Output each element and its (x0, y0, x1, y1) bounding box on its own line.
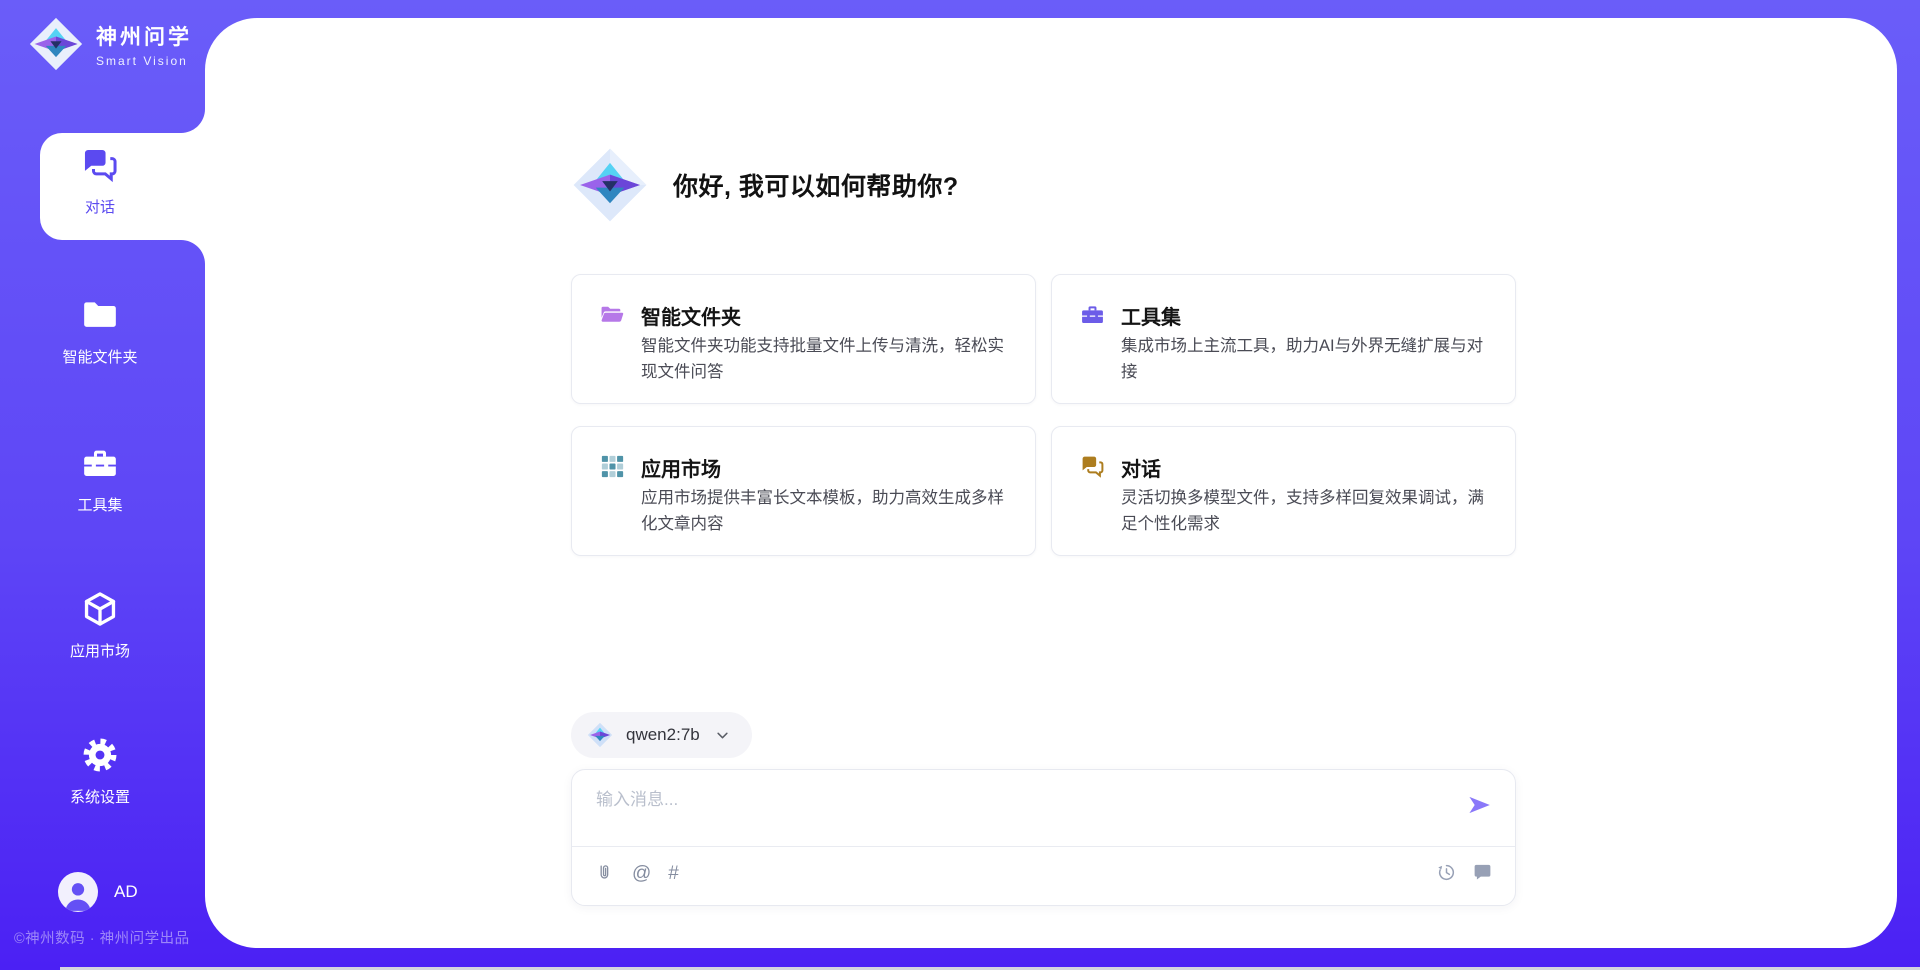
folder-open-icon (600, 302, 625, 327)
toolbox-icon (81, 444, 119, 482)
sidebar-item-toolset[interactable]: 工具集 (0, 444, 200, 515)
main-panel: 你好, 我可以如何帮助你? 智能文件夹 智能文件夹功能支持批量文件上传与清洗，轻… (205, 18, 1897, 948)
card-description: 灵活切换多模型文件，支持多样回复效果调试，满足个性化需求 (1121, 486, 1489, 537)
hash-icon[interactable]: # (668, 863, 679, 884)
model-name: qwen2:7b (626, 725, 700, 745)
user-initials: AD (114, 882, 138, 902)
briefcase-icon (1080, 302, 1105, 327)
paperclip-icon[interactable] (594, 863, 615, 884)
sidebar-item-label: 对话 (85, 196, 115, 217)
card-smart-folder[interactable]: 智能文件夹 智能文件夹功能支持批量文件上传与清洗，轻松实现文件问答 (571, 274, 1036, 404)
card-title: 对话 (1121, 453, 1161, 482)
message-input[interactable] (596, 790, 1445, 810)
card-app-market[interactable]: 应用市场 应用市场提供丰富长文本模板，助力高效生成多样化文章内容 (571, 426, 1036, 556)
composer-right-tools (1436, 862, 1493, 883)
cube-icon (81, 590, 119, 628)
grid-icon (600, 454, 625, 479)
avatar (58, 872, 98, 912)
folder-icon (81, 296, 119, 334)
copyright-footer: ©神州数码 · 神州问学出品 (14, 927, 190, 948)
at-sign-icon[interactable]: @ (632, 863, 651, 884)
message-square-icon[interactable] (1472, 862, 1493, 883)
sidebar-item-label: 系统设置 (70, 786, 130, 807)
user-chip[interactable]: AD (58, 872, 138, 912)
send-icon[interactable] (1467, 793, 1491, 817)
card-chat[interactable]: 对话 灵活切换多模型文件，支持多样回复效果调试，满足个性化需求 (1051, 426, 1516, 556)
gear-icon (81, 736, 119, 774)
sidebar-item-label: 工具集 (77, 494, 122, 515)
sidebar: 神州问学 Smart Vision 对话 智能文件夹 (0, 0, 205, 970)
card-title: 工具集 (1121, 301, 1181, 330)
card-title: 智能文件夹 (641, 301, 741, 330)
sidebar-item-label: 智能文件夹 (62, 346, 137, 367)
model-selector[interactable]: qwen2:7b (571, 712, 752, 758)
composer: @ # (571, 769, 1516, 906)
person-icon (58, 875, 98, 912)
sidebar-item-settings[interactable]: 系统设置 (0, 736, 200, 807)
sidebar-item-app-market[interactable]: 应用市场 (0, 590, 200, 661)
card-description: 智能文件夹功能支持批量文件上传与清洗，轻松实现文件问答 (641, 334, 1009, 385)
sidebar-item-label: 应用市场 (70, 640, 130, 661)
assistant-logo-icon (571, 146, 649, 224)
sidebar-item-smart-folder[interactable]: 智能文件夹 (0, 296, 200, 367)
card-description: 集成市场上主流工具，助力AI与外界无缝扩展与对接 (1121, 334, 1489, 385)
feature-cards: 智能文件夹 智能文件夹功能支持批量文件上传与清洗，轻松实现文件问答 工具集 (571, 274, 1516, 556)
app-frame: 神州问学 Smart Vision 对话 智能文件夹 (0, 0, 1920, 970)
brand: 神州问学 Smart Vision (28, 16, 192, 72)
card-toolset[interactable]: 工具集 集成市场上主流工具，助力AI与外界无缝扩展与对接 (1051, 274, 1516, 404)
composer-divider (572, 846, 1515, 847)
chat-bubbles-icon (1080, 454, 1105, 479)
history-icon[interactable] (1436, 862, 1457, 883)
chat-bubbles-icon (81, 146, 119, 184)
brand-subtitle: Smart Vision (96, 54, 192, 68)
greeting: 你好, 我可以如何帮助你? (571, 146, 959, 224)
sidebar-item-chat[interactable]: 对话 (0, 146, 200, 217)
card-title: 应用市场 (641, 453, 721, 482)
brand-logo-icon (28, 16, 84, 72)
greeting-title: 你好, 我可以如何帮助你? (673, 167, 959, 203)
composer-tools: @ # (594, 863, 679, 884)
card-description: 应用市场提供丰富长文本模板，助力高效生成多样化文章内容 (641, 486, 1009, 537)
chevron-down-icon (715, 728, 730, 743)
model-logo-icon (587, 722, 613, 748)
brand-name: 神州问学 (96, 21, 192, 51)
